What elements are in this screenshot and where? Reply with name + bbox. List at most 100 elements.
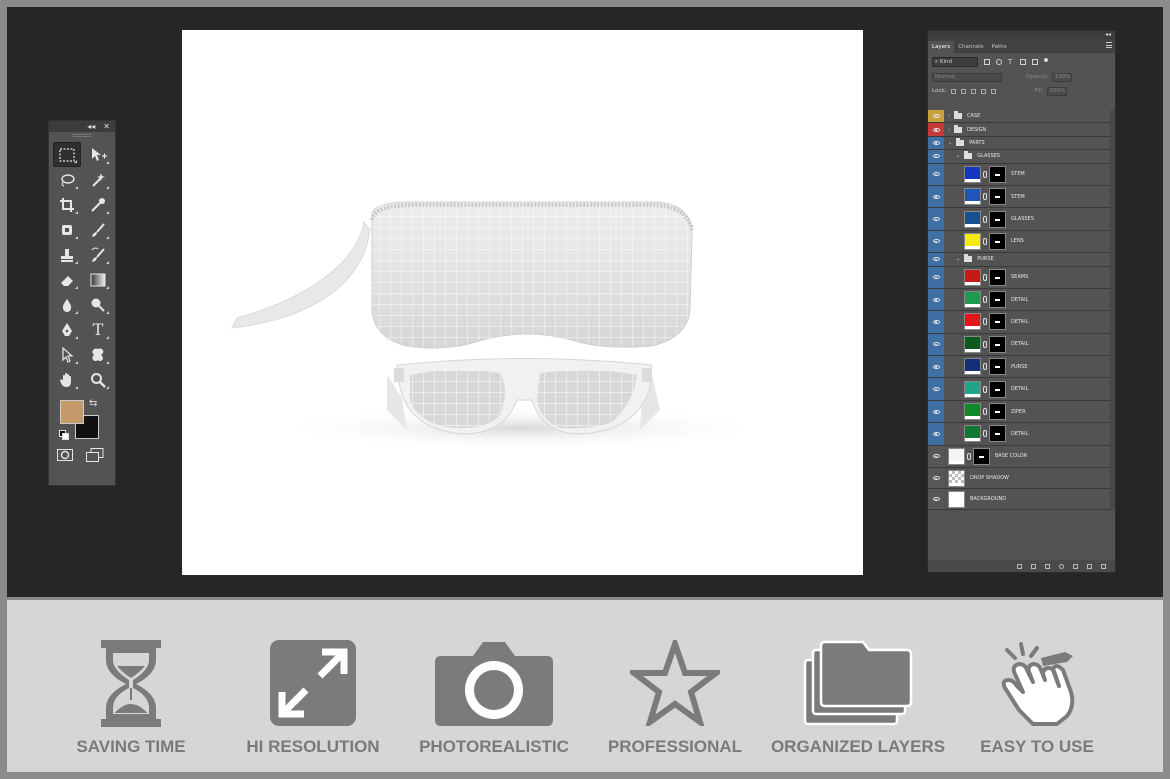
- layer-mask-thumbnail[interactable]: [973, 447, 990, 465]
- tab-layers[interactable]: Layers: [928, 41, 955, 53]
- mask-link-icon[interactable]: [983, 273, 987, 281]
- visibility-toggle[interactable]: [928, 489, 944, 510]
- layer-mask-thumbnail[interactable]: [989, 425, 1006, 443]
- layer-mask-thumbnail[interactable]: [989, 165, 1006, 183]
- visibility-toggle[interactable]: [928, 185, 944, 208]
- type-tool-icon[interactable]: T: [84, 317, 112, 342]
- layer-row[interactable]: › CASE: [928, 110, 1111, 124]
- mask-link-icon[interactable]: [983, 296, 987, 304]
- new-layer-icon[interactable]: [1087, 563, 1092, 569]
- tab-channels[interactable]: Channels: [954, 41, 987, 53]
- swap-colors-icon[interactable]: ⇆: [89, 398, 97, 409]
- layer-style-icon[interactable]: [1031, 563, 1036, 569]
- expand-caret-icon[interactable]: ›: [948, 113, 950, 119]
- layer-thumbnail[interactable]: [948, 469, 965, 487]
- document-canvas[interactable]: [182, 30, 863, 575]
- visibility-toggle[interactable]: [928, 123, 944, 136]
- mask-link-icon[interactable]: [983, 193, 987, 201]
- mask-link-icon[interactable]: [983, 408, 987, 416]
- blur-tool-icon[interactable]: [53, 292, 81, 317]
- mask-link-icon[interactable]: [983, 237, 987, 245]
- layer-mask-thumbnail[interactable]: [989, 232, 1006, 250]
- layer-row[interactable]: ⌄ PARTS: [928, 136, 1111, 151]
- close-panel-icon[interactable]: ✕: [103, 121, 110, 132]
- layer-thumbnail[interactable]: [964, 380, 981, 398]
- quick-mask-icon[interactable]: [57, 448, 73, 467]
- history-brush-tool-icon[interactable]: [84, 242, 112, 267]
- layer-row[interactable]: PURSE: [928, 356, 1111, 379]
- adjustment-layer-icon[interactable]: [1059, 563, 1064, 569]
- link-layers-icon[interactable]: [1017, 563, 1022, 569]
- mask-link-icon[interactable]: [983, 430, 987, 438]
- collapse-caret-icon[interactable]: ⌄: [948, 140, 952, 146]
- move-tool-icon[interactable]: [84, 142, 112, 167]
- visibility-toggle[interactable]: [928, 163, 944, 185]
- layer-thumbnail[interactable]: [964, 188, 981, 206]
- screen-mode-icon[interactable]: [86, 448, 104, 467]
- layer-row[interactable]: DETAIL: [928, 311, 1111, 334]
- visibility-toggle[interactable]: [928, 400, 944, 423]
- pen-tool-icon[interactable]: [53, 317, 81, 342]
- mask-link-icon[interactable]: [983, 215, 987, 223]
- visibility-toggle[interactable]: [928, 288, 944, 311]
- layer-row[interactable]: DETAIL: [928, 333, 1111, 357]
- layer-mask-thumbnail[interactable]: [989, 380, 1006, 398]
- layer-row[interactable]: GLASSES: [928, 208, 1111, 231]
- layer-row[interactable]: BASE COLOR: [928, 445, 1111, 469]
- layer-thumbnail[interactable]: [964, 291, 981, 309]
- adjustment-filter-icon[interactable]: [996, 58, 1002, 65]
- collapse-caret-icon[interactable]: ⌄: [956, 256, 960, 262]
- lock-image-icon[interactable]: [961, 88, 967, 94]
- layer-thumbnail[interactable]: [964, 313, 981, 331]
- layer-row[interactable]: BACKGROUND: [928, 489, 1111, 511]
- layer-thumbnail[interactable]: [964, 335, 981, 353]
- visibility-toggle[interactable]: [928, 445, 944, 468]
- dodge-tool-icon[interactable]: [84, 292, 112, 317]
- new-group-icon[interactable]: [1073, 563, 1078, 569]
- fill-input[interactable]: 100%: [1046, 86, 1067, 96]
- lock-all-icon[interactable]: [991, 88, 997, 94]
- lasso-tool-icon[interactable]: [53, 167, 81, 192]
- foreground-color-swatch[interactable]: [60, 400, 84, 424]
- visibility-toggle[interactable]: [928, 378, 944, 400]
- layer-mask-thumbnail[interactable]: [989, 313, 1006, 331]
- expand-caret-icon[interactable]: ›: [948, 127, 950, 133]
- layer-thumbnail[interactable]: [964, 165, 981, 183]
- layer-thumbnail[interactable]: [964, 232, 981, 250]
- pixel-filter-icon[interactable]: [984, 58, 990, 65]
- crop-tool-icon[interactable]: [53, 192, 81, 217]
- layers-scrollbar[interactable]: [1110, 110, 1115, 510]
- mask-link-icon[interactable]: [983, 385, 987, 393]
- visibility-toggle[interactable]: [928, 356, 944, 378]
- visibility-toggle[interactable]: [928, 253, 944, 266]
- layer-thumbnail[interactable]: [964, 358, 981, 376]
- layer-mask-thumbnail[interactable]: [989, 335, 1006, 353]
- path-selection-tool-icon[interactable]: [53, 342, 81, 367]
- default-colors-icon[interactable]: [59, 430, 69, 440]
- mask-link-icon[interactable]: [983, 170, 987, 178]
- opacity-input[interactable]: 100%: [1051, 72, 1072, 82]
- eraser-tool-icon[interactable]: [53, 267, 81, 292]
- zoom-tool-icon[interactable]: [84, 367, 112, 392]
- layer-row[interactable]: ⌄ GLASSES: [928, 150, 1111, 164]
- visibility-toggle[interactable]: [928, 230, 944, 253]
- layer-row[interactable]: ⌄ PURSE: [928, 253, 1111, 267]
- custom-shape-tool-icon[interactable]: [84, 342, 112, 367]
- eyedropper-tool-icon[interactable]: [84, 192, 112, 217]
- delete-layer-icon[interactable]: [1101, 563, 1106, 569]
- layer-row[interactable]: › DESIGN: [928, 123, 1111, 137]
- brush-tool-icon[interactable]: [84, 217, 112, 242]
- lock-transparency-icon[interactable]: [951, 88, 957, 94]
- layer-row[interactable]: STEM: [928, 163, 1111, 186]
- mask-link-icon[interactable]: [983, 363, 987, 371]
- type-filter-icon[interactable]: T: [1008, 58, 1014, 65]
- layer-mask-thumbnail[interactable]: [989, 291, 1006, 309]
- marquee-tool-icon[interactable]: [53, 142, 81, 167]
- filter-kind-select[interactable]: ⌕ Kind: [932, 56, 978, 67]
- collapse-caret-icon[interactable]: ⌄: [956, 153, 960, 159]
- hand-tool-icon[interactable]: [53, 367, 81, 392]
- collapse-panel-icon[interactable]: ◂◂: [1105, 31, 1111, 38]
- layer-row[interactable]: DROP SHADOW: [928, 468, 1111, 490]
- layer-row[interactable]: LENS: [928, 230, 1111, 254]
- visibility-toggle[interactable]: [928, 136, 944, 150]
